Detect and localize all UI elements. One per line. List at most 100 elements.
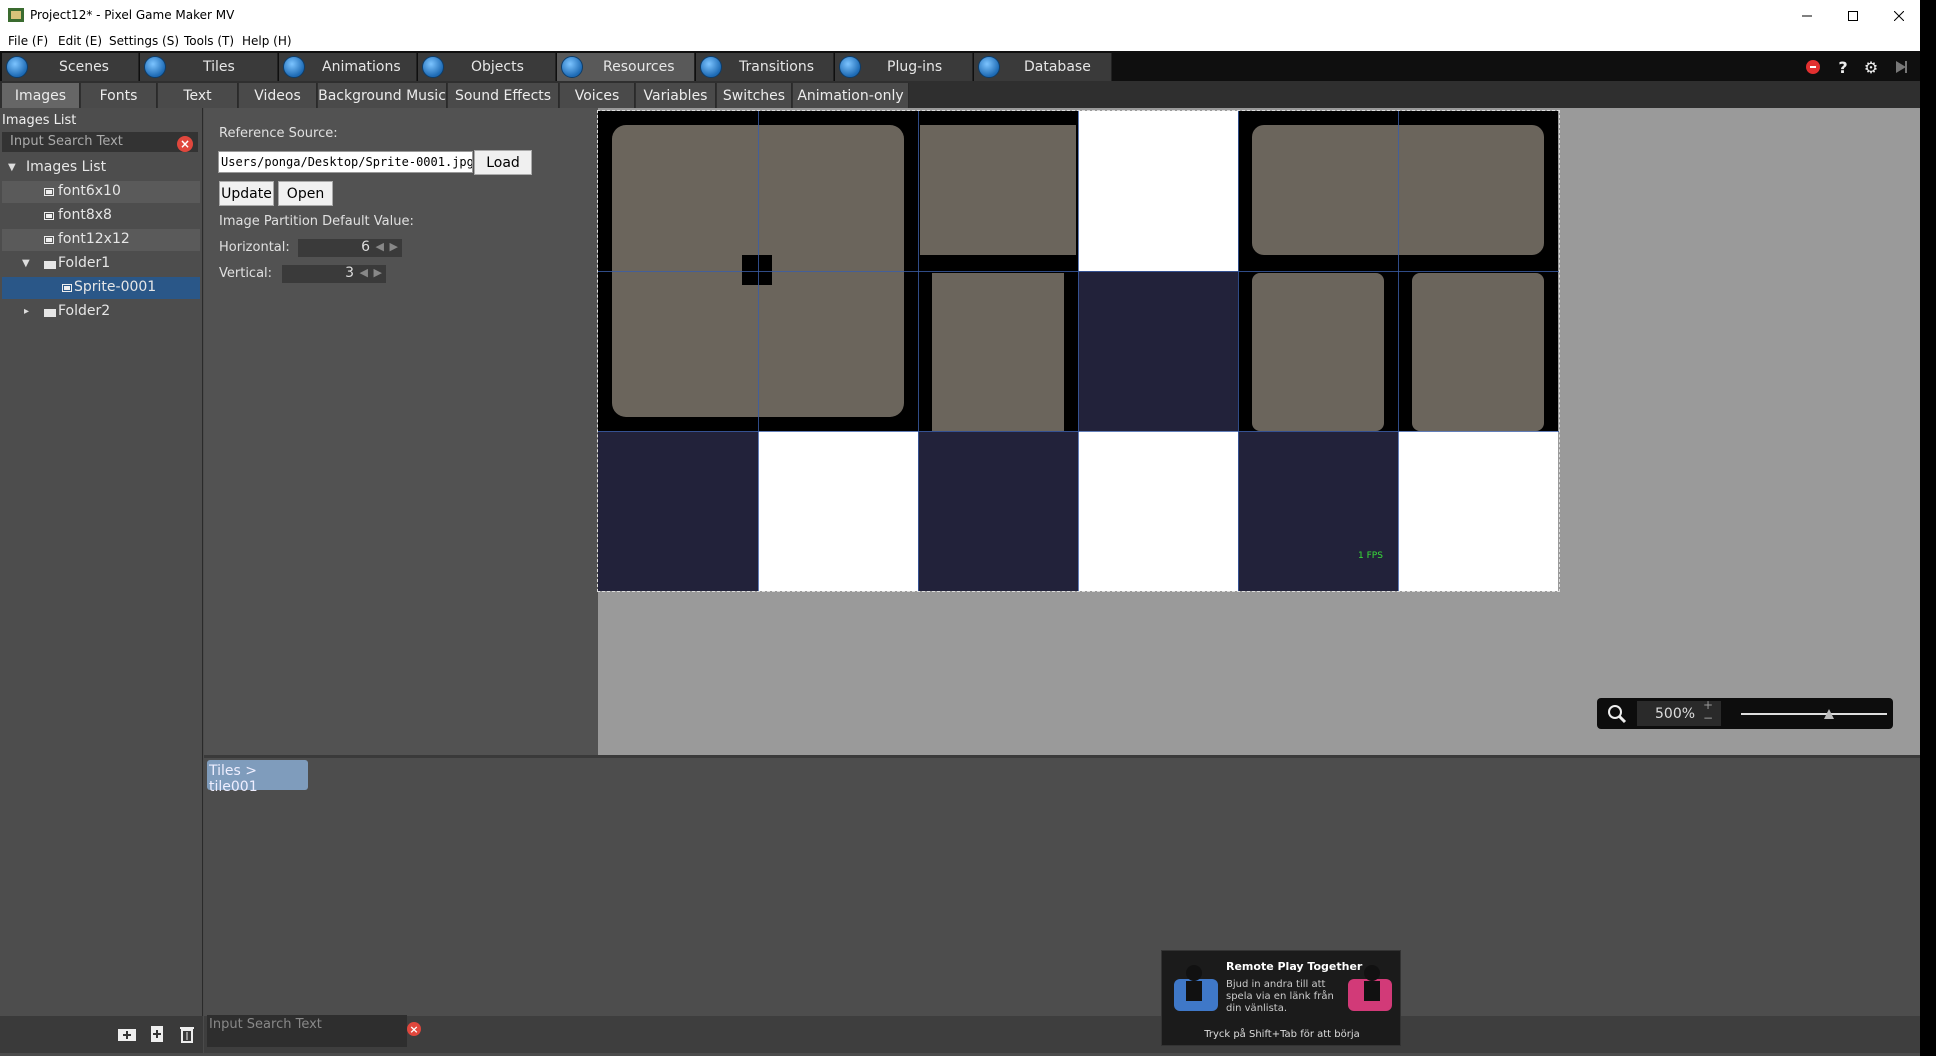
subtab-sound-effects[interactable]: Sound Effects — [448, 83, 559, 108]
reference-source-field[interactable]: Users/ponga/Desktop/Sprite-0001.jpg — [218, 151, 473, 173]
usage-panel — [204, 755, 1920, 1016]
subtab-images[interactable]: Images — [2, 83, 80, 108]
record-icon — [1806, 60, 1820, 74]
load-button[interactable]: Load — [474, 150, 532, 175]
image-icon — [44, 212, 54, 220]
menu-settings[interactable]: Settings (S) — [109, 34, 179, 48]
subtab-videos[interactable]: Videos — [239, 83, 317, 108]
play-button[interactable] — [1892, 58, 1910, 76]
item-label: Sprite-0001 — [74, 279, 157, 295]
transitions-icon — [700, 56, 722, 78]
tab-tiles[interactable]: Tiles — [140, 53, 278, 81]
maximize-button[interactable] — [1830, 0, 1876, 31]
menu-edit[interactable]: Edit (E) — [58, 34, 102, 48]
tree-root[interactable]: ▼ Images List — [2, 157, 200, 179]
zoom-in-icon[interactable]: + — [1703, 698, 1713, 712]
tab-plugins[interactable]: Plug-ins — [835, 53, 973, 81]
horizontal-stepper[interactable]: 6 ◀ ▶ — [298, 239, 402, 257]
trash-icon — [180, 1027, 194, 1043]
tiles-icon — [144, 56, 166, 78]
tab-label: Animations — [322, 59, 401, 75]
images-list-header: Images List — [2, 113, 77, 128]
item-label: Folder2 — [58, 303, 111, 319]
add-image-button[interactable] — [147, 1024, 167, 1044]
database-icon — [978, 56, 1000, 78]
resource-subtab-bar: Images Fonts Text Videos Background Musi… — [0, 81, 1920, 108]
subtab-variables[interactable]: Variables — [636, 83, 716, 108]
add-folder-button[interactable] — [117, 1024, 137, 1044]
settings-button[interactable]: ⚙ — [1862, 57, 1880, 77]
list-item-selected[interactable]: Sprite-0001 — [2, 277, 200, 299]
tab-scenes[interactable]: Scenes — [2, 53, 139, 81]
tab-objects[interactable]: Objects — [418, 53, 556, 81]
subtab-text[interactable]: Text — [158, 83, 238, 108]
add-image-icon — [151, 1026, 163, 1042]
open-button[interactable]: Open — [278, 181, 333, 206]
tab-database[interactable]: Database — [974, 53, 1112, 81]
zoom-slider-track[interactable] — [1741, 713, 1887, 715]
tile-hole — [742, 255, 772, 285]
grid-line — [1398, 111, 1399, 591]
images-search-input[interactable]: Input Search Text — [2, 132, 198, 152]
tab-label: Resources — [603, 59, 675, 75]
sprite-sheet[interactable] — [597, 110, 1560, 592]
tab-label: Scenes — [59, 59, 109, 75]
menu-help[interactable]: Help (H) — [242, 34, 292, 48]
tab-animations[interactable]: Animations — [279, 53, 417, 81]
help-button[interactable]: ? — [1834, 58, 1852, 77]
usage-search-input[interactable]: Input Search Text — [207, 1015, 407, 1047]
list-item[interactable]: font12x12 — [2, 229, 200, 251]
gear-icon: ⚙ — [1863, 57, 1879, 77]
remote-play-notification[interactable]: Remote Play Together Bjud in andra till … — [1161, 950, 1401, 1046]
horizontal-value: 6 — [361, 239, 370, 255]
sprite-tile — [918, 431, 1078, 591]
folder-item[interactable]: ▼ Folder1 — [2, 253, 200, 275]
menu-tools[interactable]: Tools (T) — [184, 34, 234, 48]
item-label: font12x12 — [58, 231, 130, 247]
tab-resources[interactable]: Resources — [557, 53, 695, 81]
list-item[interactable]: font8x8 — [2, 205, 200, 227]
record-button[interactable] — [1804, 58, 1822, 76]
minimize-button[interactable] — [1784, 0, 1830, 31]
window-title: Project12* - Pixel Game Maker MV — [30, 8, 235, 22]
subtab-animation-only[interactable]: Animation-only — [793, 83, 909, 108]
increment-icon[interactable]: ▶ — [374, 266, 382, 279]
list-item[interactable]: font6x10 — [2, 181, 200, 203]
sprite-tile — [1078, 271, 1238, 431]
tile-fill — [1252, 273, 1384, 431]
add-folder-icon — [118, 1029, 136, 1041]
increment-icon[interactable]: ▶ — [390, 240, 398, 253]
menu-bar: File (F) Edit (E) Settings (S) Tools (T)… — [0, 31, 1920, 51]
expanded-arrow-icon: ▼ — [8, 162, 16, 173]
decrement-icon[interactable]: ◀ — [360, 266, 368, 279]
grid-line — [1078, 111, 1079, 591]
tab-transitions[interactable]: Transitions — [696, 53, 834, 81]
subtab-switches[interactable]: Switches — [717, 83, 792, 108]
update-button[interactable]: Update — [219, 181, 274, 206]
close-button[interactable] — [1876, 0, 1922, 31]
folder-item[interactable]: ▸ Folder2 — [2, 301, 200, 323]
decrement-icon[interactable]: ◀ — [376, 240, 384, 253]
zoom-out-icon[interactable]: − — [1703, 711, 1713, 725]
sprite-tile — [758, 431, 918, 591]
clear-search-icon[interactable]: × — [177, 136, 193, 152]
remote-play-body: Bjud in andra till att spela via en länk… — [1226, 979, 1334, 1014]
image-properties-panel: Reference Source: Users/ponga/Desktop/Sp… — [204, 108, 598, 755]
grid-line — [598, 431, 1559, 432]
clear-search-icon[interactable]: × — [407, 1022, 421, 1036]
sprite-tile — [598, 431, 758, 591]
zoom-slider-thumb[interactable] — [1824, 709, 1834, 719]
breadcrumb[interactable]: Tiles > tile001 — [207, 760, 308, 795]
tab-label: Tiles — [203, 59, 235, 75]
subtab-fonts[interactable]: Fonts — [81, 83, 157, 108]
subtab-background-music[interactable]: Background Music — [318, 83, 447, 108]
menu-file[interactable]: File (F) — [8, 34, 48, 48]
item-label: Folder1 — [58, 255, 111, 271]
objects-icon — [422, 56, 444, 78]
grid-line — [598, 271, 1559, 272]
vertical-stepper[interactable]: 3 ◀ ▶ — [282, 265, 386, 283]
remote-play-hint: Tryck på Shift+Tab för att börja — [1204, 1029, 1360, 1040]
delete-button[interactable] — [177, 1024, 197, 1044]
image-icon — [44, 188, 54, 196]
subtab-voices[interactable]: Voices — [560, 83, 635, 108]
